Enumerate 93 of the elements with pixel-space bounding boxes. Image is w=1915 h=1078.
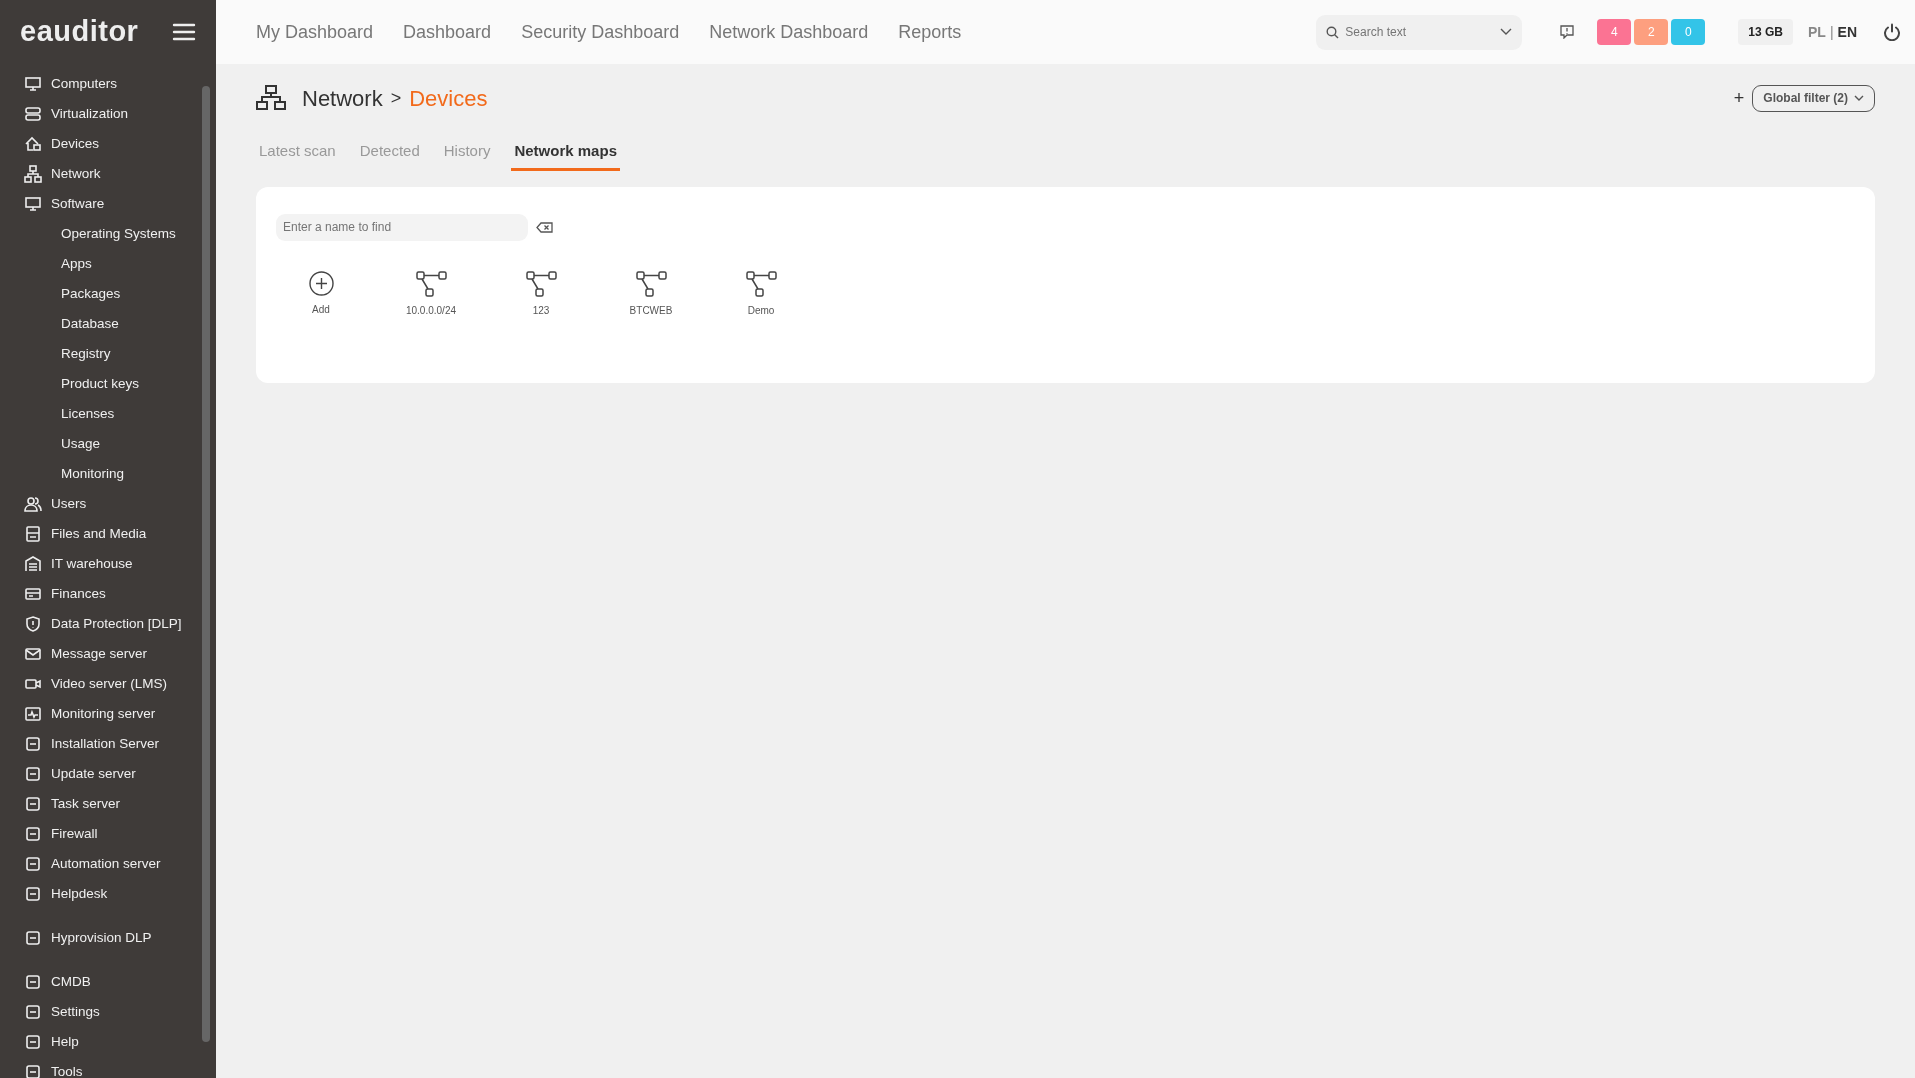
search-field[interactable]: Search text [1316, 14, 1523, 50]
menu-item-icon [24, 1063, 42, 1078]
search-input[interactable]: Search text [1343, 22, 1484, 42]
menu-item-icon [24, 1033, 42, 1051]
language-separator: | [1829, 22, 1834, 42]
breadcrumb-link[interactable]: Network [302, 81, 383, 115]
sidebar-item[interactable]: Apps [0, 249, 216, 279]
map-item[interactable]: Add [266, 270, 376, 318]
sidebar-item[interactable]: CMDB [0, 967, 216, 997]
sidebar-item[interactable]: Database [0, 309, 216, 339]
nav-link[interactable]: Security Dashboard [521, 18, 680, 46]
chevron-down-icon [1854, 94, 1864, 102]
menu-item-icon [24, 585, 42, 603]
sidebar-item[interactable]: Registry [0, 339, 216, 369]
power-icon[interactable] [1883, 23, 1901, 41]
sidebar-item[interactable]: IT warehouse [0, 549, 216, 579]
add-icon [308, 270, 334, 296]
sidebar-item[interactable]: Update server [0, 759, 216, 789]
network-map-icon [635, 270, 667, 297]
nav-link[interactable]: Reports [898, 18, 962, 46]
menu-item-icon [24, 825, 42, 843]
clear-icon[interactable] [536, 221, 553, 233]
sidebar-item[interactable]: Operating Systems [0, 219, 216, 249]
chevron-down-icon [1500, 28, 1513, 36]
network-map-icon [525, 270, 557, 297]
menu-item-icon [24, 1003, 42, 1021]
sidebar-item[interactable]: Installation Server [0, 729, 216, 759]
sidebar-item[interactable]: Video server (LMS) [0, 669, 216, 699]
menu-item-icon [24, 555, 42, 573]
menu-item-icon [24, 105, 42, 123]
menu-item-icon [24, 135, 42, 153]
search-field[interactable]: Enter a name to find [276, 213, 528, 241]
sidebar-item[interactable]: Settings [0, 997, 216, 1027]
menu-item-icon [24, 495, 42, 513]
map-item[interactable]: 123 [486, 270, 596, 318]
search-icon [1326, 25, 1340, 39]
global-filter-dropdown[interactable]: Global filter (2) [1752, 84, 1875, 112]
map-item[interactable]: BTCWEB [596, 270, 706, 318]
menu-item-icon [24, 75, 42, 93]
sidebar-item[interactable]: Virtualization [0, 99, 216, 129]
menu-item-icon [24, 615, 42, 633]
sidebar-item[interactable]: Hyprovision DLP [0, 923, 216, 953]
sidebar-item[interactable]: Licenses [0, 399, 216, 429]
network-map-icon [415, 270, 447, 297]
menu-icon[interactable] [172, 22, 196, 42]
language-option[interactable]: EN [1837, 21, 1857, 43]
menu-item-icon [24, 929, 42, 947]
menu-item-icon [24, 855, 42, 873]
logo: eauditor [20, 14, 139, 50]
sidebar-item[interactable]: Users [0, 489, 216, 519]
sidebar-item[interactable]: Monitoring [0, 459, 216, 489]
map-item[interactable]: 10.0.0.0/24 [376, 270, 486, 318]
sidebar-item[interactable]: Network [0, 159, 216, 189]
sidebar-item[interactable]: Devices [0, 129, 216, 159]
tab[interactable]: Network maps [511, 140, 620, 171]
sidebar-item[interactable]: Helpdesk [0, 879, 216, 909]
menu-item-icon [24, 195, 42, 213]
storage-badge: 13 GB [1738, 19, 1793, 45]
sidebar-item[interactable]: Automation server [0, 849, 216, 879]
feedback-icon[interactable] [1560, 25, 1575, 39]
scrollbar[interactable] [202, 86, 210, 1042]
network-map-icon [745, 270, 777, 297]
sidebar-item[interactable]: Firewall [0, 819, 216, 849]
map-item[interactable]: Demo [706, 270, 816, 318]
menu-item-icon [24, 705, 42, 723]
menu-item-icon [24, 765, 42, 783]
breadcrumb-separator: > [390, 86, 402, 110]
menu-item-icon [24, 885, 42, 903]
sidebar-item[interactable]: Data Protection [DLP] [0, 609, 216, 639]
sidebar-item[interactable]: Software [0, 189, 216, 219]
sidebar-item[interactable]: Usage [0, 429, 216, 459]
menu-item-icon [24, 525, 42, 543]
sidebar-item[interactable]: Help [0, 1027, 216, 1057]
menu-item-icon [24, 735, 42, 753]
menu-item-icon [24, 973, 42, 991]
sidebar-item[interactable]: Task server [0, 789, 216, 819]
menu-item-icon [24, 645, 42, 663]
breadcrumb-current: Devices [409, 84, 488, 113]
sidebar-item[interactable]: Files and Media [0, 519, 216, 549]
sidebar-item[interactable]: Finances [0, 579, 216, 609]
nav-link[interactable]: Dashboard [403, 18, 492, 46]
sidebar-item[interactable]: Monitoring server [0, 699, 216, 729]
add-filter-button[interactable]: + [1733, 84, 1745, 112]
nav-link[interactable]: My Dashboard [256, 18, 374, 46]
nav-link[interactable]: Network Dashboard [709, 18, 869, 46]
sidebar-item[interactable]: Message server [0, 639, 216, 669]
network-icon [256, 85, 286, 111]
sidebar-item[interactable]: Computers [0, 69, 216, 99]
menu-item-icon [24, 795, 42, 813]
sidebar-item[interactable]: Packages [0, 279, 216, 309]
sidebar-item[interactable]: Product keys [0, 369, 216, 399]
menu-item-icon [24, 165, 42, 183]
sidebar-item[interactable]: Tools [0, 1057, 216, 1078]
